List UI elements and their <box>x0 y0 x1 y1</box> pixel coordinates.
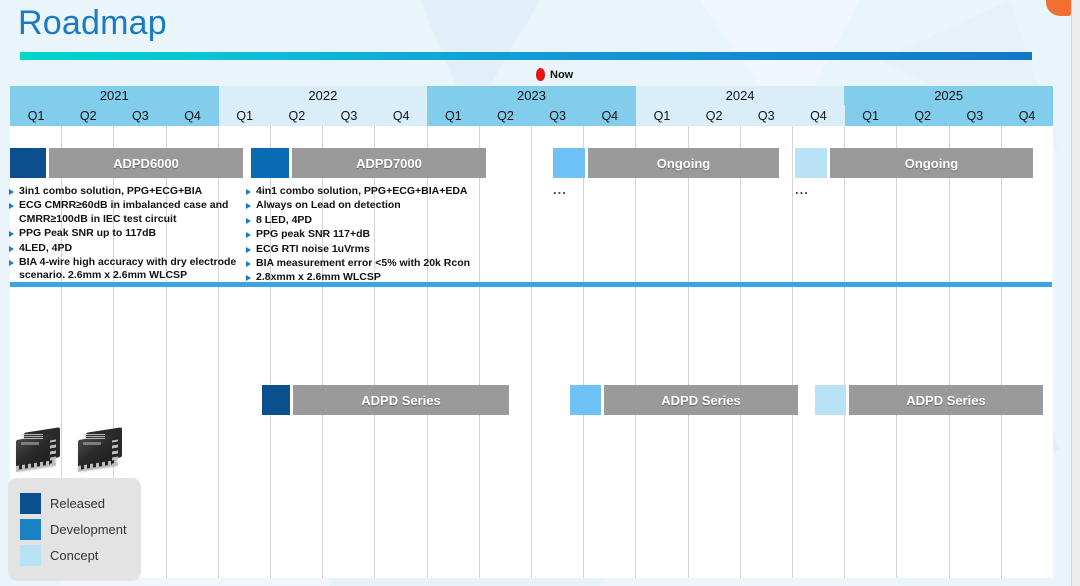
legend-label: Released <box>50 496 105 511</box>
now-label: Now <box>550 69 573 81</box>
bar-adpd-series-concept[interactable]: ADPD Series <box>815 385 1043 415</box>
quarter-header-cell: Q3 <box>532 105 584 126</box>
year-header-2025: 2025 <box>844 86 1053 105</box>
quarter-header-cell: Q4 <box>792 105 844 126</box>
page-title: Roadmap <box>18 0 167 46</box>
quarter-header-cell: Q3 <box>114 105 166 126</box>
bar-status-cap-released <box>262 385 290 415</box>
legend-label: Concept <box>50 548 98 563</box>
legend-panel: Released Development Concept <box>8 478 141 581</box>
feature-item: 4LED, 4PD <box>8 242 244 255</box>
bar-ongoing-2025[interactable]: Ongoing <box>795 148 1033 178</box>
quarter-header-cell: Q1 <box>636 105 688 126</box>
timeline-column <box>1002 126 1053 578</box>
bar-label: ADPD Series <box>293 385 509 415</box>
feature-list-adpd6000: 3in1 combo solution, PPG+ECG+BIAECG CMRR… <box>8 185 244 284</box>
quarter-header-row: Q1Q2Q3Q4Q1Q2Q3Q4Q1Q2Q3Q4Q1Q2Q3Q4Q1Q2Q3Q4 <box>10 105 1053 126</box>
bar-adpd7000[interactable]: ADPD7000 <box>251 148 486 178</box>
timeline-column <box>741 126 793 578</box>
feature-item: 4in1 combo solution, PPG+ECG+BIA+EDA <box>245 185 495 198</box>
year-header-2024: 2024 <box>636 86 845 105</box>
feature-list-adpd7000: 4in1 combo solution, PPG+ECG+BIA+EDAAlwa… <box>245 185 495 286</box>
quarter-header-cell: Q1 <box>427 105 479 126</box>
year-header-2022: 2022 <box>219 86 428 105</box>
bar-status-cap-development <box>251 148 289 178</box>
legend-label: Development <box>50 522 127 537</box>
feature-item: PPG peak SNR 117+dB <box>245 228 495 241</box>
bar-continuation-ellipsis: ... <box>553 182 567 197</box>
bar-ongoing-2023[interactable]: Ongoing <box>553 148 779 178</box>
bar-continuation-ellipsis: ... <box>795 182 809 197</box>
quarter-header-cell: Q4 <box>1001 105 1053 126</box>
quarter-header-cell: Q3 <box>740 105 792 126</box>
quarter-header-cell: Q3 <box>323 105 375 126</box>
feature-item: ECG RTI noise 1uVrms <box>245 243 495 256</box>
timeline-column <box>689 126 741 578</box>
bar-adpd6000[interactable]: ADPD6000 <box>10 148 243 178</box>
feature-item: 2.8xmm x 2.6mm WLCSP <box>245 271 495 284</box>
bar-label: ADPD6000 <box>49 148 243 178</box>
legend-item-development: Development <box>20 519 129 540</box>
bar-status-cap-concept <box>795 148 827 178</box>
quarter-header-cell: Q4 <box>166 105 218 126</box>
bar-status-cap-development <box>570 385 601 415</box>
vertical-scrollbar[interactable] <box>1071 0 1080 586</box>
quarter-header-cell: Q2 <box>62 105 114 126</box>
legend-swatch <box>20 545 41 566</box>
quarter-header-cell: Q2 <box>479 105 531 126</box>
timeline-column <box>845 126 897 578</box>
quarter-header-cell: Q4 <box>375 105 427 126</box>
year-header-row: 20212022202320242025 <box>10 86 1053 105</box>
quarter-header-cell: Q2 <box>271 105 323 126</box>
title-accent-bar <box>20 52 1032 60</box>
year-header-2023: 2023 <box>427 86 636 105</box>
legend-item-released: Released <box>20 493 129 514</box>
chip-package-images <box>14 428 128 474</box>
now-dot-icon <box>536 68 545 81</box>
roadmap-slide: Roadmap Now 20212022202320242025 Q1Q2Q3Q… <box>0 0 1080 586</box>
legend-item-concept: Concept <box>20 545 129 566</box>
timeline-column <box>897 126 949 578</box>
bar-status-cap-development <box>553 148 585 178</box>
feature-item: BIA measurement error <5% with 20k Rcon <box>245 257 495 270</box>
legend-swatch <box>20 493 41 514</box>
timeline-column <box>584 126 636 578</box>
bar-label: ADPD7000 <box>292 148 486 178</box>
quarter-header-cell: Q1 <box>219 105 271 126</box>
quarter-header-cell: Q3 <box>949 105 1001 126</box>
bar-adpd-series-development[interactable]: ADPD Series <box>570 385 798 415</box>
bar-label: ADPD Series <box>849 385 1043 415</box>
feature-item: Always on Lead on detection <box>245 199 495 212</box>
now-marker: Now <box>536 68 573 81</box>
quarter-header-cell: Q1 <box>845 105 897 126</box>
timeline-column <box>950 126 1002 578</box>
corner-accent <box>1046 0 1072 16</box>
bar-adpd-series-released[interactable]: ADPD Series <box>262 385 509 415</box>
quarter-header-cell: Q1 <box>10 105 62 126</box>
bar-label: Ongoing <box>830 148 1033 178</box>
quarter-header-cell: Q2 <box>897 105 949 126</box>
quarter-header-cell: Q4 <box>584 105 636 126</box>
bar-label: ADPD Series <box>604 385 798 415</box>
feature-item: PPG Peak SNR up to 117dB <box>8 227 244 240</box>
feature-item: 3in1 combo solution, PPG+ECG+BIA <box>8 185 244 198</box>
quarter-header-cell: Q2 <box>688 105 740 126</box>
legend-swatch <box>20 519 41 540</box>
bar-status-cap-concept <box>815 385 846 415</box>
feature-item: BIA 4-wire high accuracy with dry electr… <box>8 256 244 283</box>
feature-item: 8 LED, 4PD <box>245 214 495 227</box>
timeline-column <box>636 126 688 578</box>
bar-status-cap-released <box>10 148 46 178</box>
year-header-2021: 2021 <box>10 86 219 105</box>
chip-package-icon <box>14 428 66 474</box>
chip-package-icon <box>76 428 128 474</box>
feature-item: ECG CMRR≥60dB in imbalanced case and CMR… <box>8 199 244 226</box>
bar-label: Ongoing <box>588 148 779 178</box>
